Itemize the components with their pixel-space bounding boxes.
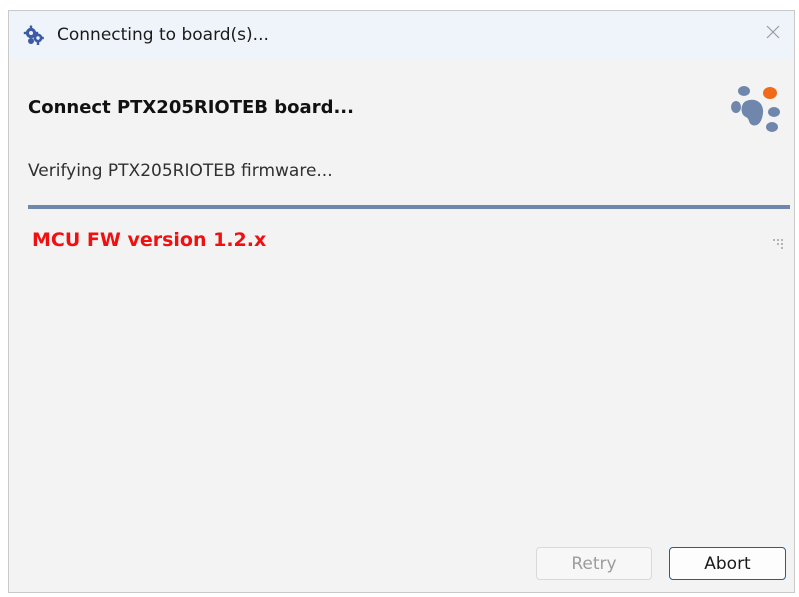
- paw-print-icon: [730, 79, 788, 137]
- resize-grip-icon[interactable]: [772, 235, 784, 249]
- page-heading: Connect PTX205RIOTEB board...: [28, 97, 354, 118]
- retry-button[interactable]: Retry: [536, 547, 652, 580]
- close-icon: [765, 24, 781, 44]
- status-text: Verifying PTX205RIOTEB firmware...: [28, 161, 333, 181]
- progress-fill: [28, 205, 790, 209]
- window-title: Connecting to board(s)...: [57, 25, 269, 45]
- progress-bar: [28, 205, 790, 209]
- title-bar: Connecting to board(s)...: [9, 11, 794, 59]
- gear-cluster-icon: [23, 24, 45, 46]
- abort-button[interactable]: Abort: [669, 547, 786, 580]
- close-button[interactable]: [758, 19, 788, 49]
- firmware-version-message: MCU FW version 1.2.x: [32, 229, 267, 251]
- dialog-window: Connecting to board(s)... Connect PTX205…: [8, 10, 795, 593]
